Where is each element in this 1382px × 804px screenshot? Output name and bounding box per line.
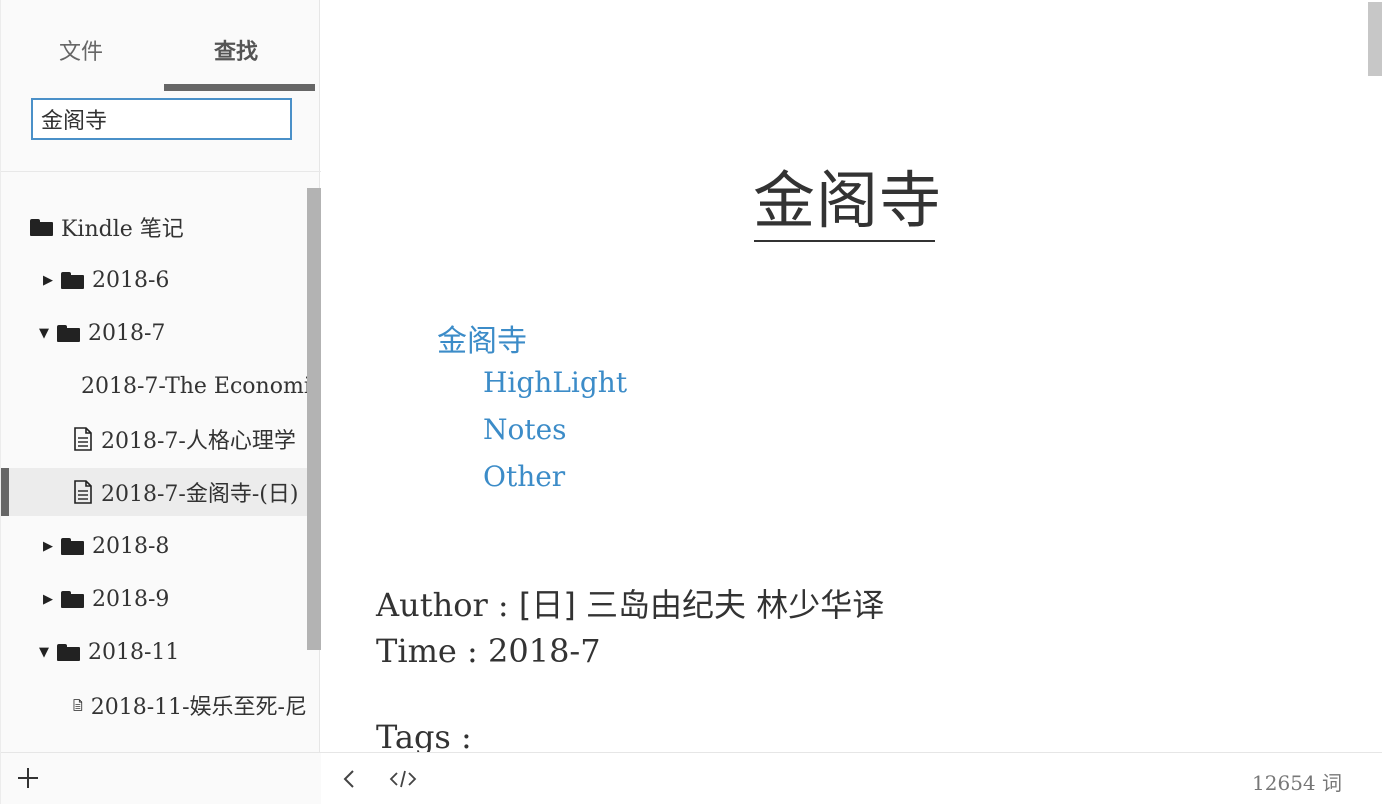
plus-icon[interactable] xyxy=(15,765,41,791)
tree-file-golden-pavilion[interactable]: 2018-7-金阁寺-(日) xyxy=(1,468,307,516)
status-bar: 12654 词 xyxy=(321,752,1382,804)
toc-link-notes[interactable]: Notes xyxy=(483,413,567,446)
file-icon xyxy=(73,699,83,711)
tree-item-label: Kindle 笔记 xyxy=(61,217,184,242)
active-file-marker xyxy=(1,468,9,516)
word-count[interactable]: 12654 词 xyxy=(1252,767,1342,796)
tree-root-kindle[interactable]: Kindle 笔记 xyxy=(1,203,307,251)
folder-icon xyxy=(30,218,53,236)
tree-folder-2018-9[interactable]: ▶ 2018-9 xyxy=(1,575,307,623)
sidebar-footer xyxy=(1,752,321,804)
tree-folder-2018-8[interactable]: ▶ 2018-8 xyxy=(1,522,307,570)
tab-files[interactable]: 文件 xyxy=(59,34,103,66)
tags-label: Tags : xyxy=(376,718,472,752)
caret-down-icon[interactable]: ▼ xyxy=(35,645,53,660)
tree-item-label: 2018-11-娱乐至死-尼 xyxy=(90,695,307,720)
tree-item-label: 2018-6 xyxy=(92,267,170,293)
caret-down-icon[interactable]: ▼ xyxy=(35,326,53,341)
editor-scrollbar[interactable] xyxy=(1368,2,1382,76)
tree-file-economist[interactable]: 2018-7-The Economist xyxy=(1,362,307,410)
tree-folder-2018-6[interactable]: ▶ 2018-6 xyxy=(1,256,307,304)
caret-right-icon[interactable]: ▶ xyxy=(39,273,57,288)
file-icon xyxy=(74,427,92,451)
tree-item-label: 2018-11 xyxy=(88,639,180,665)
folder-icon xyxy=(61,271,84,289)
caret-right-icon[interactable]: ▶ xyxy=(39,539,57,554)
folder-icon xyxy=(57,643,80,661)
title-underline xyxy=(754,240,935,242)
caret-right-icon[interactable]: ▶ xyxy=(39,592,57,607)
chevron-left-icon[interactable] xyxy=(341,767,357,791)
tags-line: Tags : xyxy=(376,718,472,752)
tree-file-personality[interactable]: 2018-7-人格心理学 xyxy=(1,415,307,463)
time-value: 2018-7 xyxy=(487,632,601,670)
time-label: Time : xyxy=(376,632,488,670)
folder-icon xyxy=(61,537,84,555)
tree-item-label: 2018-8 xyxy=(92,533,170,559)
active-tab-indicator xyxy=(164,84,315,91)
sidebar: 文件 查找 Kindle 笔记 ▶ 2018-6 ▼ 2018-7 xyxy=(0,0,321,804)
tree-item-label: 2018-7-The Economist xyxy=(81,373,307,399)
file-tree: Kindle 笔记 ▶ 2018-6 ▼ 2018-7 2018-7-The E… xyxy=(1,188,307,748)
author-line: Author : [日] 三岛由纪夫 林少华译 xyxy=(376,580,884,626)
search-input[interactable] xyxy=(31,98,292,140)
folder-icon xyxy=(57,324,80,342)
tree-item-label: 2018-7-人格心理学 xyxy=(101,429,296,454)
code-icon[interactable] xyxy=(388,767,418,791)
sidebar-scrollbar[interactable] xyxy=(307,188,321,650)
author-value: [日] 三岛由纪夫 林少华译 xyxy=(518,586,885,624)
author-label: Author : xyxy=(376,586,519,624)
time-line: Time : 2018-7 xyxy=(376,632,601,670)
tree-folder-2018-7[interactable]: ▼ 2018-7 xyxy=(1,309,307,357)
editor[interactable]: 金阁寺 金阁寺 HighLight Notes Other Author : [… xyxy=(321,0,1382,752)
toc-link-title[interactable]: 金阁寺 xyxy=(437,316,527,360)
tree-file-amusing[interactable]: 2018-11-娱乐至死-尼 xyxy=(1,681,307,729)
tree-item-label: 2018-7 xyxy=(88,320,166,346)
tab-search[interactable]: 查找 xyxy=(214,34,258,66)
file-icon xyxy=(74,480,92,504)
folder-icon xyxy=(61,590,84,608)
tree-item-label: 2018-9 xyxy=(92,586,170,612)
tree-folder-2018-11[interactable]: ▼ 2018-11 xyxy=(1,628,307,676)
sidebar-divider xyxy=(1,171,321,172)
tree-item-label: 2018-7-金阁寺-(日) xyxy=(101,482,299,507)
toc-link-other[interactable]: Other xyxy=(483,460,565,493)
sidebar-tabs: 文件 查找 xyxy=(1,0,321,92)
toc-link-highlight[interactable]: HighLight xyxy=(483,366,627,399)
document-title: 金阁寺 xyxy=(753,164,943,237)
